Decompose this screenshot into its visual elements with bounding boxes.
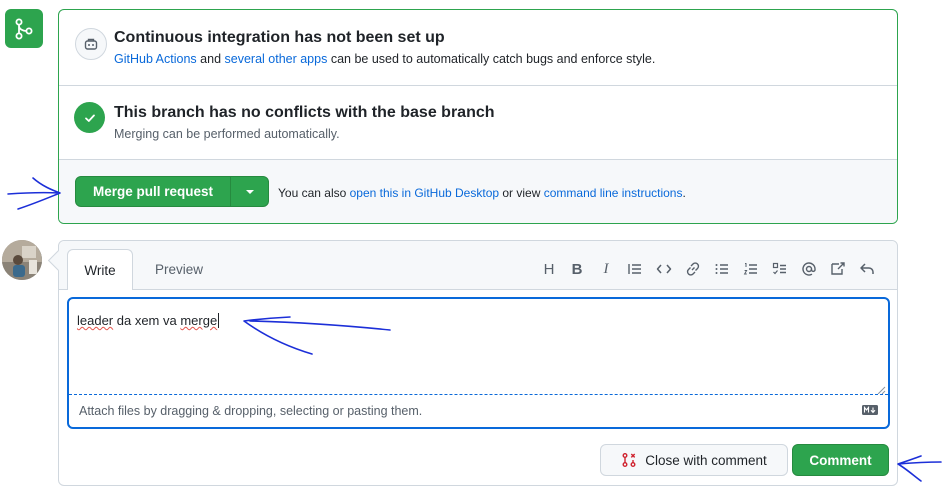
bulleted-list-icon xyxy=(715,264,728,274)
bold-button[interactable]: B xyxy=(566,258,588,280)
mention-icon xyxy=(802,262,816,276)
merge-action-bar: Merge pull request You can also open thi… xyxy=(59,160,897,223)
merge-status-icon xyxy=(5,9,43,48)
merge-hint-prefix: You can also xyxy=(278,186,350,200)
text-cursor xyxy=(218,313,223,328)
git-pull-request-closed-icon xyxy=(622,453,636,467)
ci-text-and: and xyxy=(196,52,225,66)
annotation-arrow-comment xyxy=(897,455,942,482)
code-button[interactable] xyxy=(653,258,675,280)
github-actions-link[interactable]: GitHub Actions xyxy=(114,52,197,66)
merge-hint-suffix: . xyxy=(682,186,686,200)
task-list-button[interactable] xyxy=(769,258,791,280)
comment-button[interactable]: Comment xyxy=(792,444,889,476)
close-with-comment-label: Close with comment xyxy=(645,452,767,468)
conflict-description: Merging can be performed automatically. xyxy=(114,127,340,141)
numbered-list-button[interactable] xyxy=(740,258,762,280)
comment-tabbar: Write Preview H B I xyxy=(59,241,897,290)
other-apps-link[interactable]: several other apps xyxy=(225,52,328,66)
merge-hint-mid: or view xyxy=(499,186,544,200)
check-circle-icon xyxy=(74,102,105,133)
merge-hint: You can also open this in GitHub Desktop… xyxy=(278,186,686,200)
robot-icon xyxy=(75,28,107,60)
close-with-comment-button[interactable]: Close with comment xyxy=(600,444,788,476)
quote-icon xyxy=(628,264,641,274)
merge-box: Continuous integration has not been set … xyxy=(58,9,898,224)
cross-reference-icon xyxy=(831,262,845,275)
ci-title: Continuous integration has not been set … xyxy=(114,29,445,46)
quote-button[interactable] xyxy=(624,258,646,280)
cross-reference-button[interactable] xyxy=(827,258,849,280)
tab-write[interactable]: Write xyxy=(67,249,133,290)
comment-text: leader da xem va merge xyxy=(77,313,223,328)
saved-reply-button[interactable] xyxy=(856,258,878,280)
github-desktop-link[interactable]: open this in GitHub Desktop xyxy=(350,186,499,200)
annotation-arrow-merge xyxy=(7,177,61,210)
code-icon xyxy=(656,264,672,274)
bulleted-list-button[interactable] xyxy=(711,258,733,280)
ci-text-rest: can be used to automatically catch bugs … xyxy=(327,52,656,66)
conflict-section: This branch has no conflicts with the ba… xyxy=(59,86,897,160)
comment-text-word-merge: merge xyxy=(180,313,218,328)
merge-pull-request-button-group: Merge pull request xyxy=(75,176,269,207)
comment-text-word-leader: leader xyxy=(77,313,114,328)
command-line-link[interactable]: command line instructions xyxy=(544,186,683,200)
saved-reply-icon xyxy=(860,263,874,274)
comment-textarea[interactable]: leader da xem va merge Attach files by d… xyxy=(67,297,890,429)
heading-button[interactable]: H xyxy=(538,258,560,280)
attach-files-hint: Attach files by dragging & dropping, sel… xyxy=(79,404,423,418)
link-button[interactable] xyxy=(682,258,704,280)
task-list-icon xyxy=(772,262,786,275)
merge-pull-request-button[interactable]: Merge pull request xyxy=(76,177,231,206)
tab-preview[interactable]: Preview xyxy=(145,249,213,289)
conflict-title: This branch has no conflicts with the ba… xyxy=(114,104,495,121)
italic-button[interactable]: I xyxy=(595,258,617,280)
numbered-list-icon xyxy=(743,263,757,275)
ci-section: Continuous integration has not been set … xyxy=(59,10,897,86)
merge-method-dropdown[interactable] xyxy=(231,177,268,206)
avatar[interactable] xyxy=(2,240,42,280)
attach-files-bar[interactable]: Attach files by dragging & dropping, sel… xyxy=(69,394,888,427)
markdown-icon xyxy=(862,405,878,415)
comment-text-middle: da xem va xyxy=(113,313,181,328)
triangle-down-icon xyxy=(245,189,254,194)
comment-form: Write Preview H B I leader da xem va mer… xyxy=(58,240,898,486)
link-icon xyxy=(686,262,700,276)
mention-button[interactable] xyxy=(798,258,820,280)
ci-description: GitHub Actions and several other apps ca… xyxy=(114,52,655,66)
git-merge-icon xyxy=(15,18,33,39)
